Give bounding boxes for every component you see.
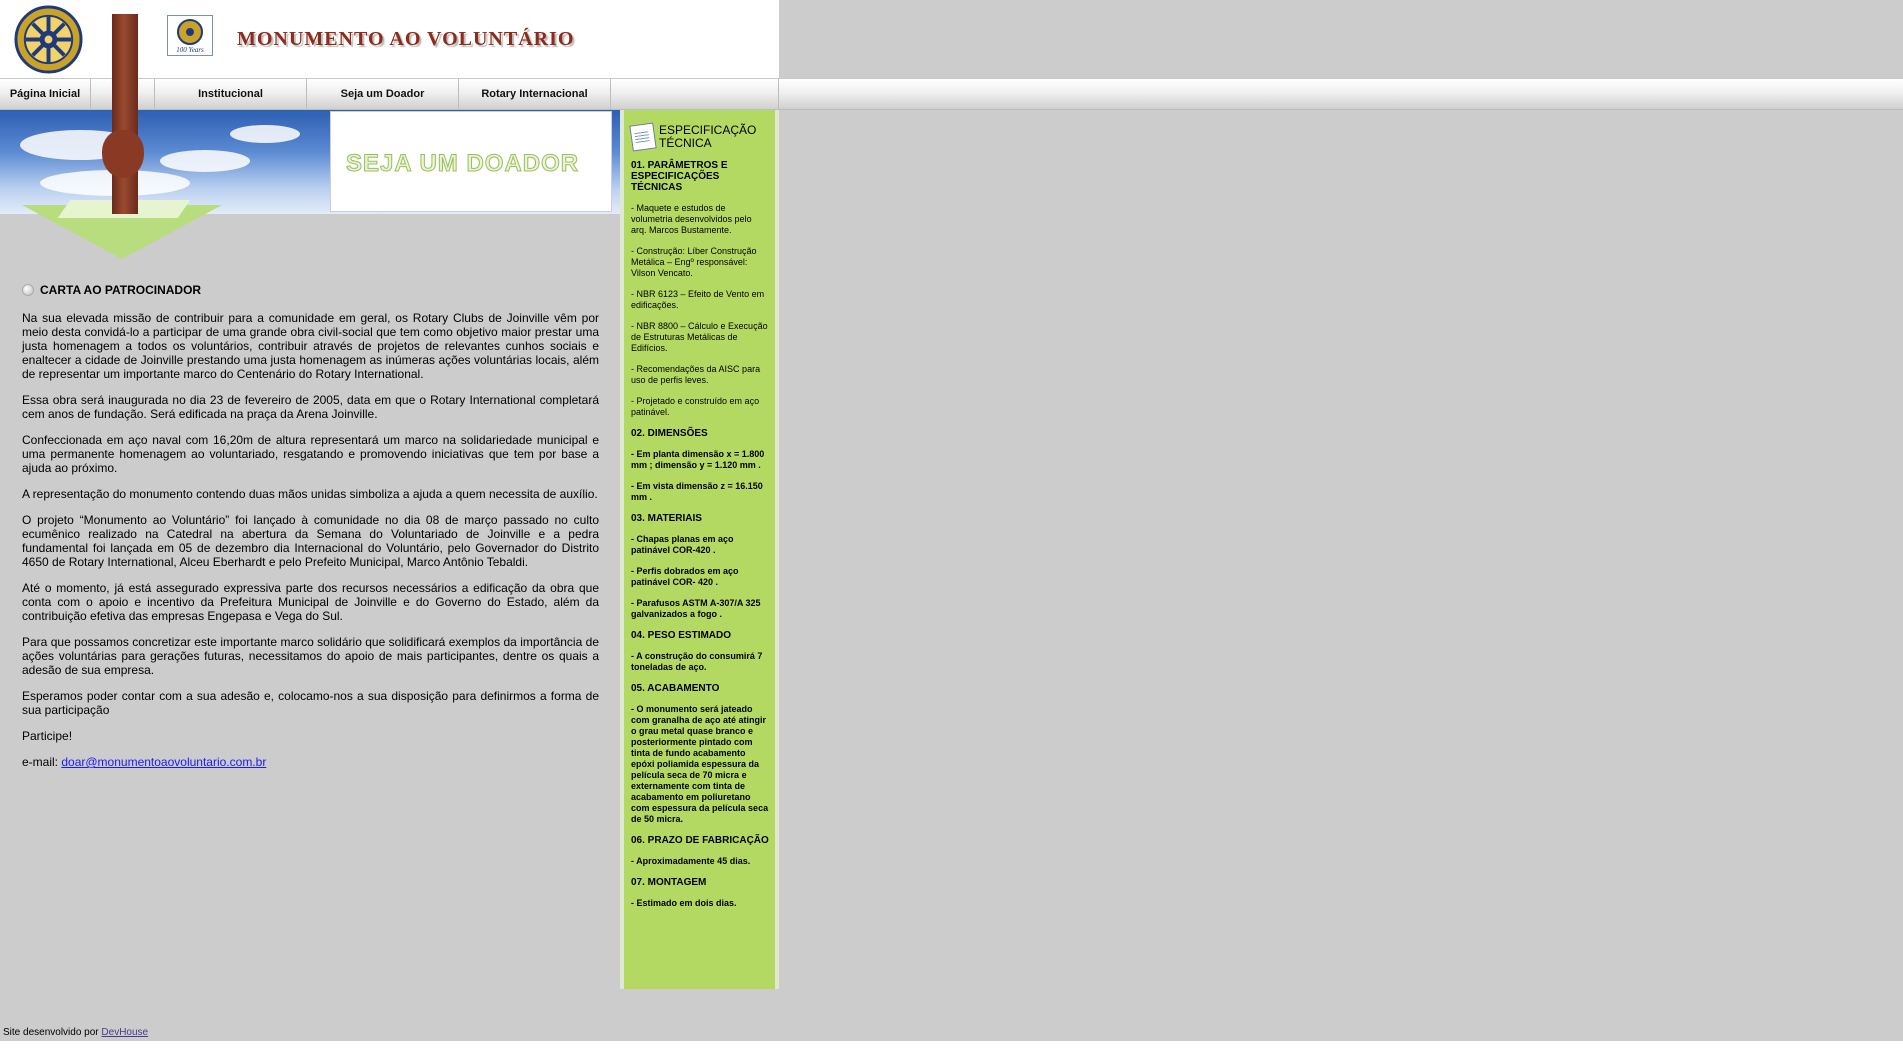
paragraph: O projeto “Monumento ao Voluntário” foi … [22, 513, 599, 569]
spec-item: - Recomendações da AISC para uso de perf… [631, 364, 761, 385]
content-heading: CARTA AO PATROCINADOR [22, 283, 599, 297]
paragraph: Para que possamos concretizar este impor… [22, 635, 599, 677]
spec-item: - Estimado em dois dias. [631, 898, 737, 908]
rotary-logo-icon[interactable] [14, 5, 83, 74]
spec-item: - O monumento será jateado com granalha … [631, 704, 769, 824]
banner-box: SEJA UM DOADOR [330, 111, 612, 212]
content-heading-text: CARTA AO PATROCINADOR [40, 283, 202, 297]
paragraph: Na sua elevada missão de contribuir para… [22, 311, 599, 381]
email-label: e-mail: [22, 755, 59, 769]
footer: Site desenvolvido por DevHouse [3, 1027, 148, 1038]
notepad-icon [629, 122, 657, 152]
site-title: MONUMENTO AO VOLUNTÁRIO [237, 28, 575, 50]
spec-item: - Construção: Líber Construção Metálica … [631, 246, 757, 278]
spec-item: - A construção do consumirá 7 toneladas … [631, 651, 763, 672]
spec-section-title: 03. MATERIAIS [631, 513, 702, 524]
tech-spec-sidebar: ESPECIFICAÇÃO TÉCNICA 01. PARÂMETROS E E… [624, 110, 775, 989]
sidebar-title-text: ESPECIFICAÇÃO TÉCNICA [659, 123, 757, 150]
paragraph: Confeccionada em aço naval com 16,20m de… [22, 433, 599, 475]
nav-institucional[interactable]: Institucional [155, 79, 307, 109]
rotary-100-years-badge-icon: 100 Years [167, 15, 213, 56]
paragraph: Esperamos poder contar com a sua adesão … [22, 689, 599, 717]
monument-pillar [112, 14, 138, 214]
spec-section-title: 06. PRAZO DE FABRICAÇÃO [631, 835, 769, 846]
email-link[interactable]: doar@monumentoaovoluntario.com.br [61, 755, 266, 769]
spec-item: - Projetado e construído em aço patináve… [631, 396, 760, 417]
spec-item: - NBR 8800 – Cálculo e Execução de Estru… [631, 321, 768, 353]
banner-title: SEJA UM DOADOR [345, 150, 580, 178]
nav-rotary-internacional[interactable]: Rotary Internacional [459, 79, 611, 109]
bullet-icon [22, 284, 34, 296]
nav-seja-um-doador[interactable]: Seja um Doador [307, 79, 459, 109]
spec-item: - NBR 6123 – Efeito de Vento em edificaç… [631, 289, 765, 310]
paragraph: A representação do monumento contendo du… [22, 487, 598, 501]
spec-item: - Em vista dimensão z = 16.150 mm . [631, 481, 763, 502]
main-content: CARTA AO PATROCINADOR Na sua elevada mis… [22, 283, 599, 781]
spec-item: - Perfis dobrados em aço patinável COR- … [631, 566, 739, 587]
main-nav: Página Inicial Institucional Seja um Doa… [0, 78, 1903, 110]
nav-pagina-inicial[interactable]: Página Inicial [0, 79, 91, 109]
spec-section-title: 04. PESO ESTIMADO [631, 630, 732, 641]
sidebar-title: ESPECIFICAÇÃO TÉCNICA [629, 122, 769, 152]
spec-section-title: 01. PARÂMETROS E ESPECIFICAÇÕES TÉCNICAS [631, 160, 728, 193]
devhouse-link[interactable]: DevHouse [101, 1027, 148, 1038]
spec-section-title: 07. MONTAGEM [631, 877, 707, 888]
footer-text: Site desenvolvido por [3, 1027, 99, 1038]
spec-item: - Aproximadamente 45 dias. [631, 856, 751, 866]
svg-text:100 Years: 100 Years [176, 46, 204, 54]
paragraph: Participe! [22, 729, 73, 743]
paragraph: Essa obra será inaugurada no dia 23 de f… [22, 393, 599, 421]
paragraph: Até o momento, já está assegurado expres… [22, 581, 599, 623]
spec-item: - Maquete e estudos de volumetria desenv… [631, 203, 752, 235]
email-line: e-mail: doar@monumentoaovoluntario.com.b… [22, 755, 599, 769]
spec-item: - Parafusos ASTM A-307/A 325 galvanizado… [631, 598, 761, 619]
spec-section-title: 02. DIMENSÕES [631, 428, 708, 439]
page: 100 Years MONUMENTO AO VOLUNTÁRIO SEJA U… [0, 0, 1903, 1041]
nav-blank-2[interactable] [611, 79, 779, 109]
spec-item: - Em planta dimensão x = 1.800 mm ; dime… [631, 449, 765, 470]
spec-section-title: 05. ACABAMENTO [631, 683, 720, 694]
monument-hands [102, 130, 144, 178]
spec-item: - Chapas planas em aço patinável COR-420… [631, 534, 734, 555]
